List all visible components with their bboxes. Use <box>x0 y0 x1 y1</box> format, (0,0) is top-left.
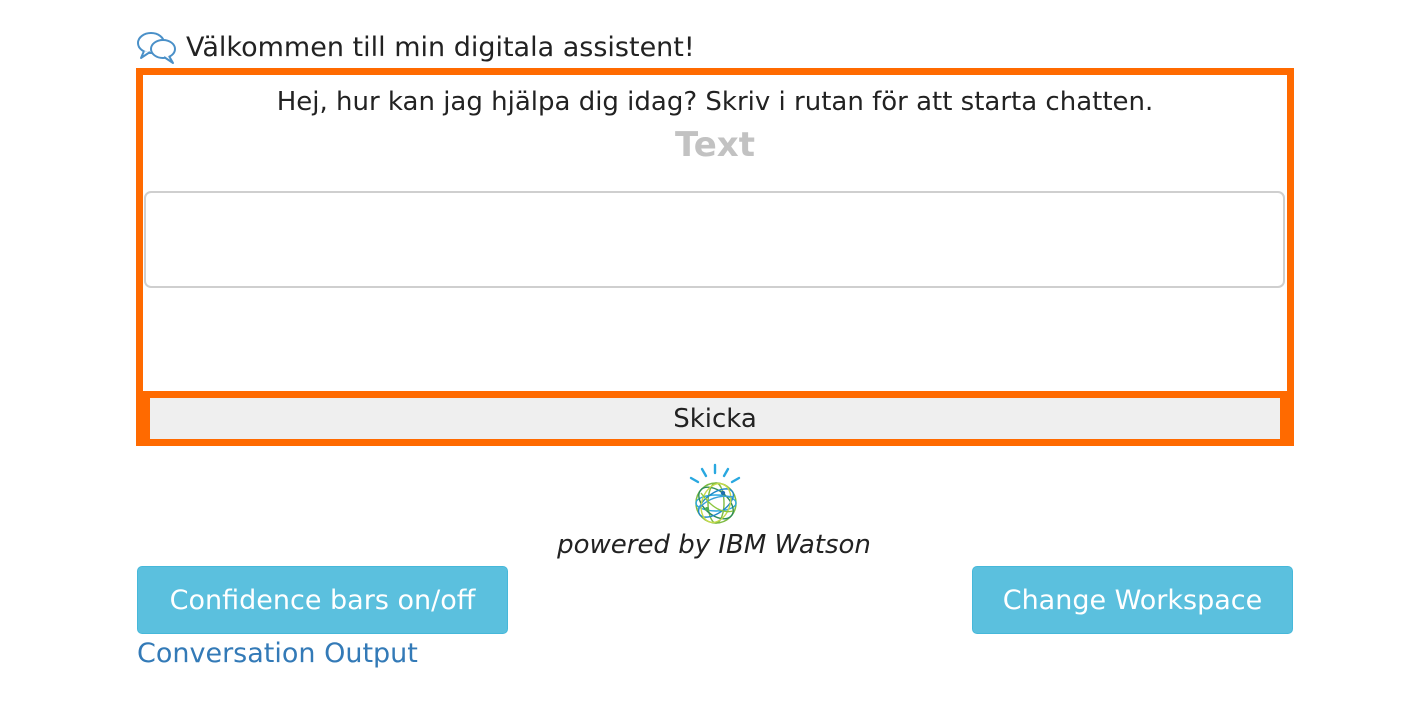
text-heading: Text <box>675 125 755 165</box>
chat-panel: Hej, hur kan jag hjälpa dig idag? Skriv … <box>136 68 1294 446</box>
greeting-message: Hej, hur kan jag hjälpa dig idag? Skriv … <box>276 87 1154 117</box>
ibm-watson-logo-icon <box>683 463 747 527</box>
powered-by-text: powered by IBM Watson <box>557 530 871 560</box>
send-button[interactable]: Skicka <box>150 398 1280 439</box>
header: Välkommen till min digitala assistent! <box>136 28 695 66</box>
change-workspace-button[interactable]: Change Workspace <box>972 566 1293 634</box>
confidence-bars-toggle-button[interactable]: Confidence bars on/off <box>137 566 508 634</box>
chat-display-area: Hej, hur kan jag hjälpa dig idag? Skriv … <box>143 75 1287 391</box>
page-title: Välkommen till min digitala assistent! <box>186 31 695 63</box>
chat-text-input[interactable] <box>144 191 1285 288</box>
chat-bubbles-icon <box>136 28 178 66</box>
conversation-output-link[interactable]: Conversation Output <box>137 638 418 669</box>
